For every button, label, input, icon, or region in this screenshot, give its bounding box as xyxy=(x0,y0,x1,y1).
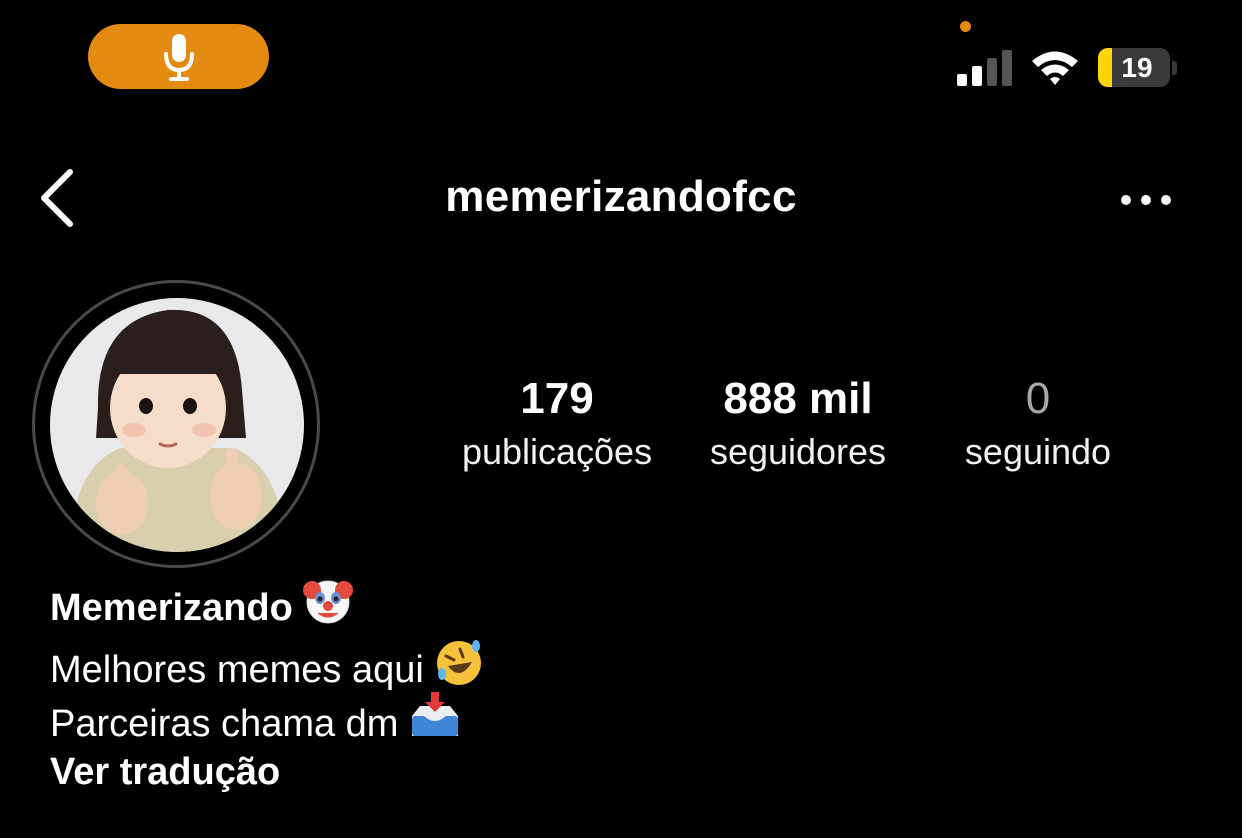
bio-line-text: Parceiras chama dm xyxy=(50,703,399,746)
avatar-photo xyxy=(50,298,304,552)
stat-followers[interactable]: 888 mil seguidores xyxy=(688,372,908,478)
avatar[interactable] xyxy=(50,298,304,552)
clown-face-icon xyxy=(302,576,353,636)
bio-line-text: Melhores memes aqui xyxy=(50,649,424,692)
privacy-indicator-dot xyxy=(960,21,971,32)
battery-level-text: 19 xyxy=(1121,51,1153,83)
stat-posts-count: 179 xyxy=(520,374,594,423)
profile-username-title: memerizandofcc xyxy=(445,172,797,221)
stat-following-label: seguindo xyxy=(964,431,1112,472)
stat-followers-label: seguidores xyxy=(709,431,887,472)
battery-cap xyxy=(1172,61,1177,75)
stat-following-count: 0 xyxy=(1025,374,1051,423)
rolling-on-floor-laughing-icon xyxy=(434,638,484,698)
cellular-signal-icon xyxy=(957,50,1012,86)
translate-link[interactable]: Ver tradução xyxy=(50,750,280,794)
microphone-indicator[interactable] xyxy=(88,24,269,89)
stat-posts-label: publicações xyxy=(461,431,653,472)
stat-following[interactable]: 0 seguindo xyxy=(940,372,1136,478)
wifi-icon xyxy=(1032,51,1078,85)
ellipsis-icon[interactable] xyxy=(1120,188,1172,212)
battery-icon: 19 xyxy=(1098,48,1170,87)
bio-line: Parceiras chama dm xyxy=(50,692,462,756)
display-name-text: Memerizando xyxy=(50,587,293,630)
profile-display-name: Memerizando xyxy=(50,580,353,640)
stat-posts[interactable]: 179 publicações xyxy=(448,372,666,478)
stat-followers-count: 888 mil xyxy=(723,374,873,423)
microphone-icon xyxy=(163,33,194,81)
inbox-tray-icon xyxy=(408,692,462,752)
